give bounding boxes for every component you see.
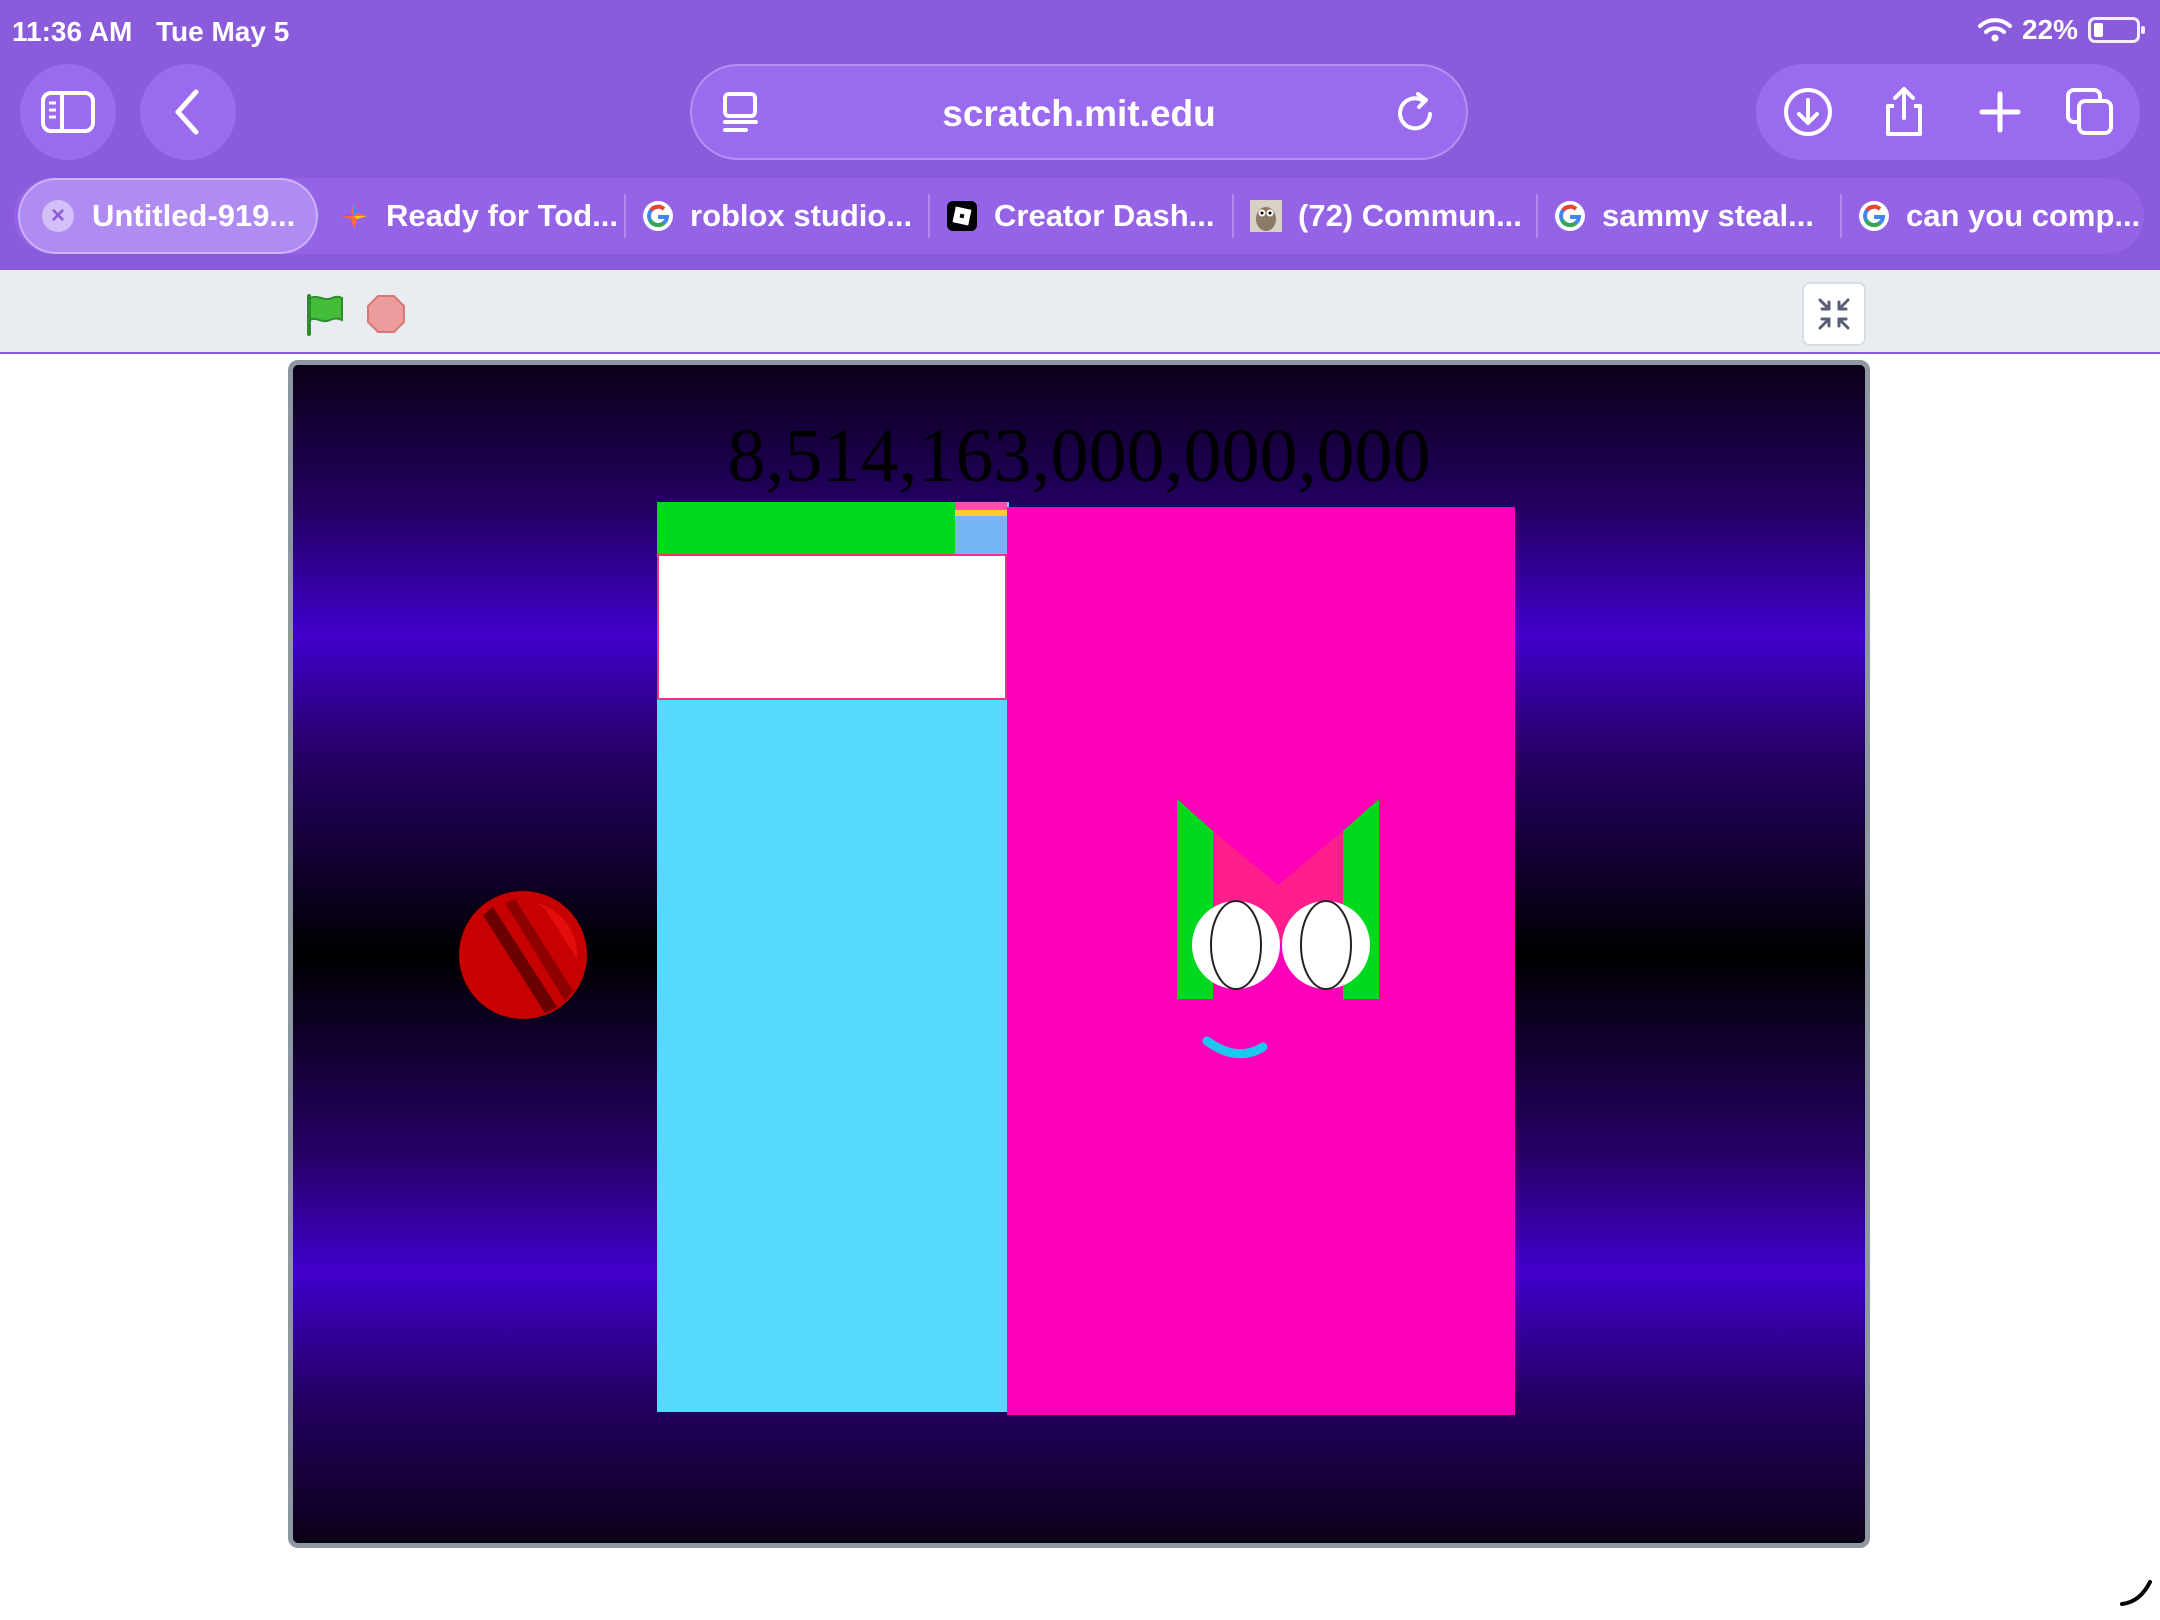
tab-divider [928,194,930,238]
share-icon[interactable] [1878,86,1930,138]
tab-creator-dashboard[interactable]: Creator Dash... [946,178,1236,254]
loading-indicator-icon [2120,1580,2152,1606]
toolbar-actions [1756,64,2140,160]
status-date: Tue May 5 [156,16,290,47]
white-panel [657,554,1007,700]
tab-divider [1840,194,1842,238]
exit-fullscreen-button[interactable] [1802,282,1866,346]
green-flag-icon[interactable] [304,292,346,336]
browser-chrome: 11:36 AM Tue May 5 22% scratch.mit.edu ×… [0,0,2160,270]
tab-label: Untitled-919... [92,198,296,233]
tab-label: Ready for Tod... [386,198,618,233]
tab-divider [624,194,626,238]
green-bar [657,502,957,554]
tab-label: roblox studio... [690,198,913,233]
tab-community[interactable]: (72) Commun... [1250,178,1540,254]
tab-divider [1232,194,1234,238]
roblox-icon [947,201,977,231]
status-time: 11:36 AM [12,16,133,47]
stop-icon[interactable] [366,294,406,334]
reload-icon[interactable] [1394,90,1438,136]
sidebar-icon [41,91,95,133]
back-icon [175,89,199,135]
plus-icon[interactable] [1974,86,2026,138]
download-icon[interactable] [1782,86,1834,138]
tab-label: Creator Dash... [994,198,1215,233]
player-controls-bar [0,270,2160,354]
back-button[interactable] [140,64,236,160]
tab-label: can you comp... [1906,198,2141,233]
red-ball-sprite[interactable] [453,885,593,1025]
tab-label: (72) Commun... [1298,198,1522,233]
tab-untitled[interactable]: × Untitled-919... [18,178,318,254]
tabs-icon[interactable] [2064,86,2116,138]
tab-strip: × Untitled-919... Ready for Tod... roblo… [14,178,2144,254]
tab-can-you-comp[interactable]: can you comp... [1858,178,2144,254]
battery-icon [2088,17,2145,43]
colorful-star-icon [341,203,367,229]
color-swatch [955,502,1007,554]
status-bar: 11:36 AM Tue May 5 22% [0,0,2160,60]
google-icon [1859,201,1889,231]
tab-label: sammy steal... [1602,198,1814,233]
close-icon[interactable]: × [42,200,74,232]
address-bar[interactable]: scratch.mit.edu [690,64,1468,160]
battery-percent: 22% [2021,14,2078,45]
tab-ready-for-today[interactable]: Ready for Tod... [338,178,638,254]
sidebar-button[interactable] [20,64,116,160]
character-sprite[interactable] [1173,795,1393,1085]
tab-divider [1536,194,1538,238]
status-right: 22% [1977,14,2145,46]
tab-roblox-studio[interactable]: roblox studio... [642,178,932,254]
score-display: 8,514,163,000,000,000 [727,414,1431,498]
wifi-icon [1977,18,2012,42]
tab-sammy-steal[interactable]: sammy steal... [1554,178,1844,254]
google-icon [1555,201,1585,231]
owl-icon [1250,200,1282,232]
exit-fullscreen-icon [1818,298,1850,330]
project-stage[interactable]: 8,514,163,000,000,000 [288,360,1870,1548]
url-text[interactable]: scratch.mit.edu [692,93,1466,135]
google-icon [643,201,673,231]
